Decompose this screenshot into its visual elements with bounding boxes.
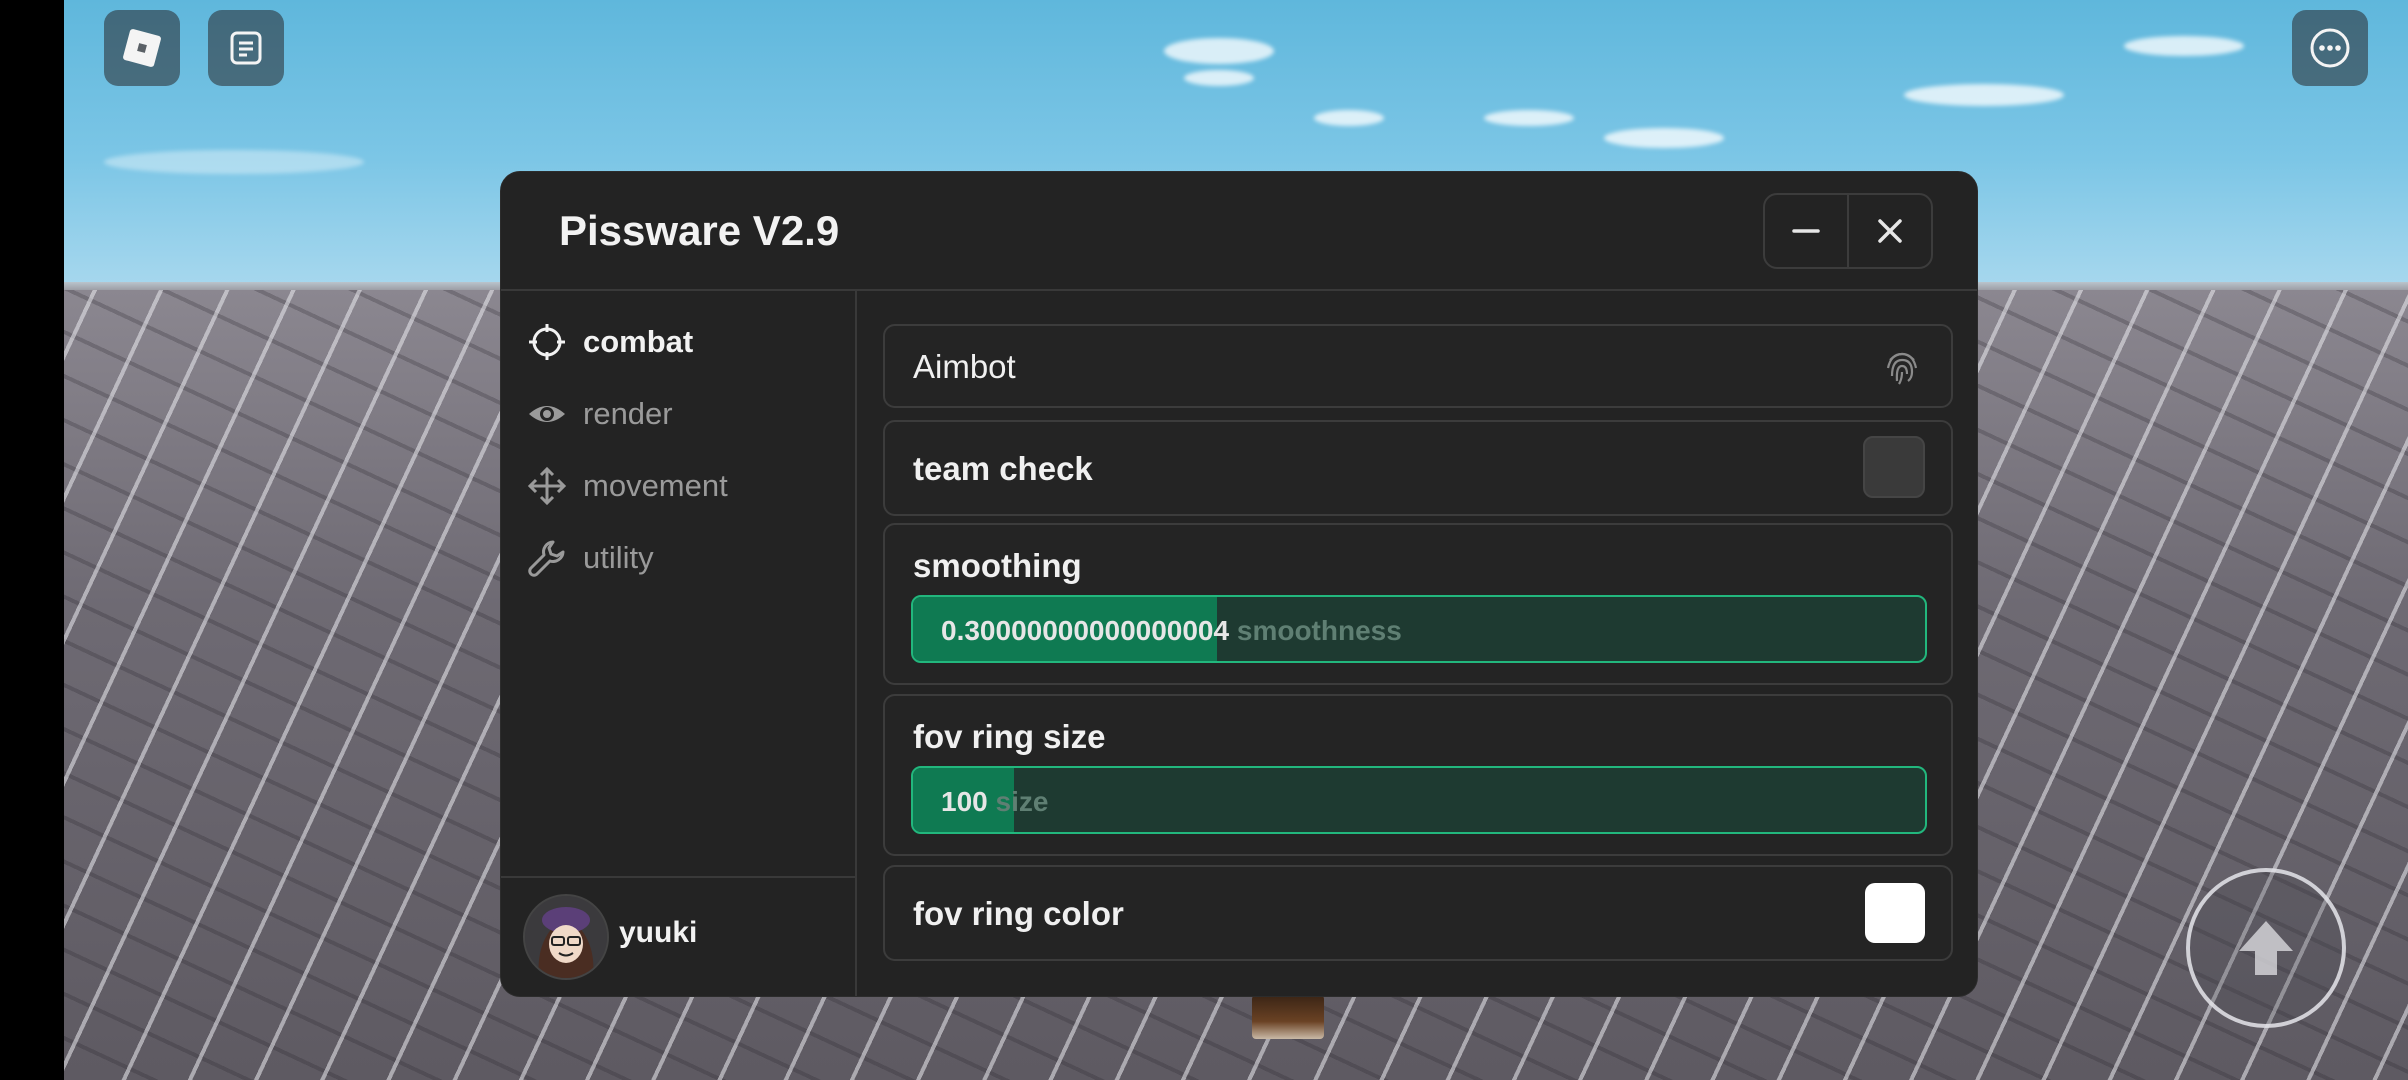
player-character <box>1252 995 1324 1039</box>
sidebar-item-combat[interactable]: combat <box>525 317 693 367</box>
roblox-logo-icon <box>123 29 161 67</box>
move-arrows-icon <box>525 464 569 508</box>
more-options-button[interactable] <box>2292 10 2368 86</box>
slider-value-text: 0.30000000000000004 smoothness <box>941 615 1402 646</box>
sidebar-item-utility[interactable]: utility <box>525 533 654 583</box>
chat-button[interactable] <box>208 10 284 86</box>
sidebar-item-render[interactable]: render <box>525 389 673 439</box>
avatar <box>523 894 609 980</box>
menu-window: Pissware V2.9 combat render movement uti… <box>500 171 1978 997</box>
team-check-label: team check <box>913 450 1093 487</box>
crosshair-icon <box>525 320 569 364</box>
sidebar-item-label: combat <box>583 324 694 359</box>
jump-arrow-icon <box>2239 921 2293 975</box>
smoothing-row: smoothing 0.30000000000000004 smoothness <box>883 523 1953 685</box>
fov-ring-color-row: fov ring color <box>883 865 1953 961</box>
color-picker-swatch[interactable] <box>1865 883 1925 943</box>
smoothing-slider[interactable]: 0.30000000000000004 smoothness <box>911 595 1927 663</box>
smoothing-label: smoothing <box>913 547 1082 584</box>
sidebar-item-label: utility <box>583 540 654 575</box>
minimize-icon <box>1792 229 1820 233</box>
wrench-icon <box>525 536 569 580</box>
sidebar: combat render movement utility yuuki <box>501 291 857 996</box>
window-title: Pissware V2.9 <box>559 207 840 254</box>
title-bar[interactable]: Pissware V2.9 <box>501 172 1977 291</box>
ellipsis-icon <box>2310 28 2350 68</box>
eye-icon <box>525 392 569 436</box>
fov-ring-size-slider[interactable]: 100 size <box>911 766 1927 834</box>
sidebar-item-label: movement <box>583 468 728 503</box>
fov-ring-color-label: fov ring color <box>913 895 1124 932</box>
minimize-button[interactable] <box>1765 195 1847 267</box>
close-button[interactable] <box>1847 195 1931 267</box>
username: yuuki <box>619 916 698 949</box>
aimbot-keybind-row[interactable]: Aimbot <box>883 324 1953 408</box>
fov-ring-size-label: fov ring size <box>913 718 1106 755</box>
team-check-toggle[interactable] <box>1863 436 1925 498</box>
fingerprint-icon[interactable] <box>1881 346 1923 388</box>
sidebar-item-label: render <box>583 396 673 431</box>
jump-button[interactable] <box>2186 868 2346 1028</box>
roblox-menu-button[interactable] <box>104 10 180 86</box>
user-profile: yuuki <box>501 876 855 996</box>
sidebar-item-movement[interactable]: movement <box>525 461 728 511</box>
close-icon <box>1878 219 1902 243</box>
window-controls <box>1763 193 1933 269</box>
team-check-row: team check <box>883 420 1953 516</box>
aimbot-label: Aimbot <box>913 348 1016 385</box>
fov-ring-size-row: fov ring size 100 size <box>883 694 1953 856</box>
slider-value-text: 100 size <box>941 786 1049 817</box>
chat-icon <box>230 31 262 65</box>
